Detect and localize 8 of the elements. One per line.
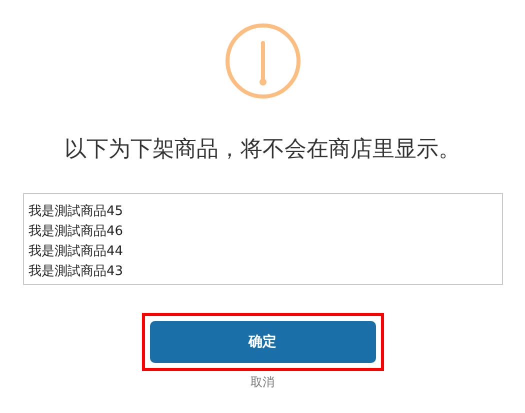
item-name: 我是測試商品46 [28,223,124,241]
warning-icon [224,23,300,99]
confirm-button[interactable]: 确定 [150,321,376,363]
item-name: 我是測試商品43 [28,263,124,281]
dialog-message: 以下为下架商品，将不会在商店里显示。 [64,136,460,164]
item-name: 我是測試商品45 [28,203,124,221]
cancel-link[interactable]: 取消 [250,373,274,391]
item-name: 我是測試商品44 [28,243,124,261]
